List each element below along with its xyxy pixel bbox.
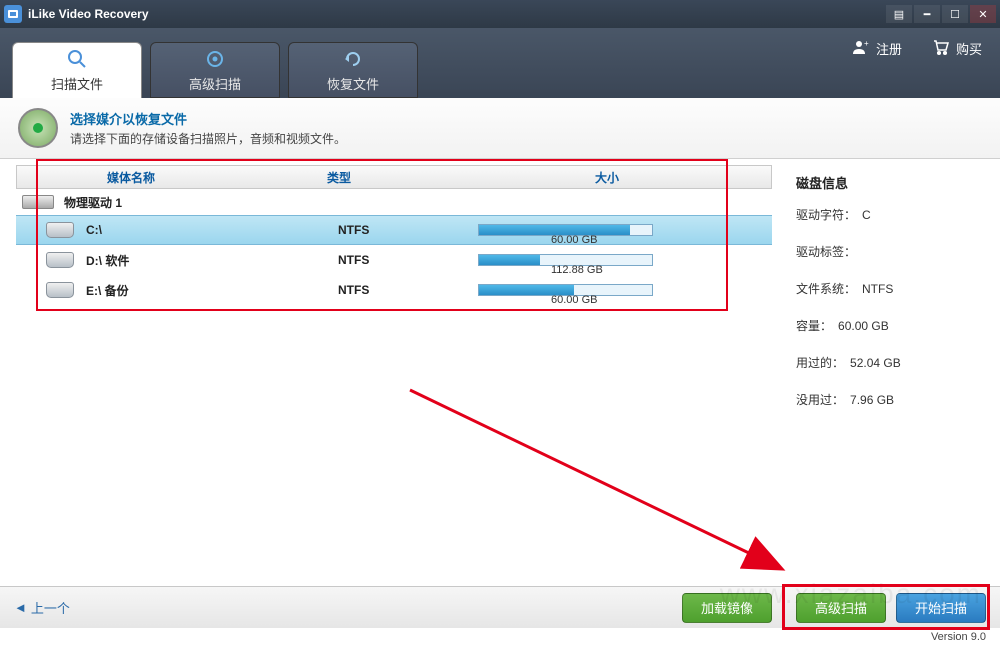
group-label: 物理驱动 1 xyxy=(64,194,122,211)
instruction-title: 选择媒介以恢复文件 xyxy=(70,109,346,128)
start-scan-button[interactable]: 开始扫描 xyxy=(896,593,986,623)
toolbar: 扫描文件 高级扫描 恢复文件 + 注册 购买 xyxy=(0,28,1000,98)
instruction-subtitle: 请选择下面的存储设备扫描照片，音频和视频文件。 xyxy=(70,130,346,147)
info-drive-letter: 驱动字符：C xyxy=(796,206,984,223)
physical-drive-group[interactable]: 物理驱动 1 xyxy=(16,189,772,215)
close-button[interactable]: ✕ xyxy=(970,5,996,23)
app-title: iLike Video Recovery xyxy=(28,7,886,21)
drive-name: E:\ 备份 xyxy=(86,282,338,299)
drive-icon xyxy=(46,282,74,298)
drive-size: 60.00 GB xyxy=(551,294,597,306)
maximize-button[interactable]: ☐ xyxy=(942,5,968,23)
minimize-button[interactable]: ━ xyxy=(914,5,940,23)
gear-icon xyxy=(204,48,226,70)
info-free: 没用过：7.96 GB xyxy=(796,391,984,408)
drive-name: D:\ 软件 xyxy=(86,252,338,269)
hdd-icon xyxy=(22,195,54,209)
drive-type: NTFS xyxy=(338,223,478,237)
tab-scan-files[interactable]: 扫描文件 xyxy=(12,42,142,98)
info-drive-label: 驱动标签： xyxy=(796,243,984,260)
col-header-size[interactable]: 大小 xyxy=(487,169,727,186)
titlebar: iLike Video Recovery ▤ ━ ☐ ✕ xyxy=(0,0,1000,28)
arrow-left-icon: ◄ xyxy=(14,600,27,615)
tab-advanced-scan[interactable]: 高级扫描 xyxy=(150,42,280,98)
recover-icon xyxy=(342,48,364,70)
tab-label: 恢复文件 xyxy=(327,74,379,93)
register-link[interactable]: + 注册 xyxy=(852,38,902,59)
instruction-bar: 选择媒介以恢复文件 请选择下面的存储设备扫描照片，音频和视频文件。 xyxy=(0,98,1000,159)
drive-list-panel: 媒体名称 类型 大小 物理驱动 1 C:\ NTFS 60.00 GB D:\ … xyxy=(0,159,780,599)
menu-icon[interactable]: ▤ xyxy=(886,5,912,23)
table-header: 媒体名称 类型 大小 xyxy=(16,165,772,189)
drive-type: NTFS xyxy=(338,283,478,297)
app-logo-icon xyxy=(4,5,22,23)
info-filesystem: 文件系统：NTFS xyxy=(796,280,984,297)
version-label: Version 9.0 xyxy=(917,628,1000,650)
drive-size: 112.88 GB xyxy=(551,264,603,276)
buy-label: 购买 xyxy=(956,39,982,58)
window-buttons: ▤ ━ ☐ ✕ xyxy=(886,5,996,23)
drive-row[interactable]: D:\ 软件 NTFS 112.88 GB xyxy=(16,245,772,275)
buy-link[interactable]: 购买 xyxy=(932,38,982,59)
previous-link[interactable]: ◄ 上一个 xyxy=(14,598,70,617)
user-plus-icon: + xyxy=(852,38,870,59)
drive-type: NTFS xyxy=(338,253,478,267)
advanced-scan-button[interactable]: 高级扫描 xyxy=(796,593,886,623)
bottom-bar: ◄ 上一个 加载镜像 高级扫描 开始扫描 xyxy=(0,586,1000,628)
drive-icon xyxy=(46,252,74,268)
tab-label: 扫描文件 xyxy=(51,74,103,93)
previous-label: 上一个 xyxy=(31,598,70,617)
lens-icon xyxy=(18,108,58,148)
drive-icon xyxy=(46,222,74,238)
disk-info-title: 磁盘信息 xyxy=(796,173,984,192)
drive-row[interactable]: C:\ NTFS 60.00 GB xyxy=(16,215,772,245)
info-capacity: 容量：60.00 GB xyxy=(796,317,984,334)
col-header-type[interactable]: 类型 xyxy=(327,169,487,186)
register-label: 注册 xyxy=(876,39,902,58)
svg-text:+: + xyxy=(864,39,869,48)
tab-recover-files[interactable]: 恢复文件 xyxy=(288,42,418,98)
drive-name: C:\ xyxy=(86,223,338,237)
tab-label: 高级扫描 xyxy=(189,74,241,93)
content-area: 媒体名称 类型 大小 物理驱动 1 C:\ NTFS 60.00 GB D:\ … xyxy=(0,159,1000,599)
cart-icon xyxy=(932,38,950,59)
drive-row[interactable]: E:\ 备份 NTFS 60.00 GB xyxy=(16,275,772,305)
magnifier-icon xyxy=(66,48,88,70)
col-header-name[interactable]: 媒体名称 xyxy=(17,169,327,186)
info-used: 用过的：52.04 GB xyxy=(796,354,984,371)
table-body: 物理驱动 1 C:\ NTFS 60.00 GB D:\ 软件 NTFS 112… xyxy=(16,189,772,305)
load-image-button[interactable]: 加载镜像 xyxy=(682,593,772,623)
drive-size: 60.00 GB xyxy=(551,234,597,246)
disk-info-panel: 磁盘信息 驱动字符：C 驱动标签： 文件系统：NTFS 容量：60.00 GB … xyxy=(780,159,1000,599)
